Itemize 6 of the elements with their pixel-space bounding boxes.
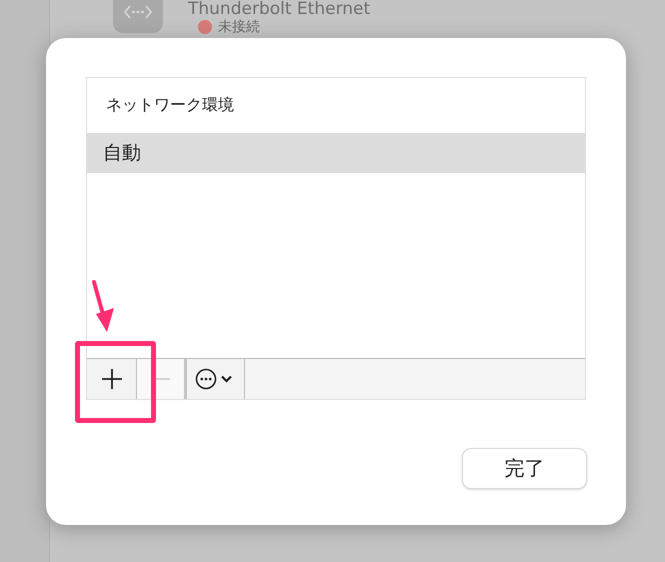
list-header: ネットワーク環境 (105, 94, 235, 116)
done-button[interactable]: 完了 (462, 448, 587, 489)
plus-icon (100, 368, 122, 390)
status-text: 未接続 (218, 19, 260, 35)
list-item[interactable]: 自動 (87, 133, 585, 173)
connection-name: Thunderbolt Ethernet (188, 0, 370, 19)
